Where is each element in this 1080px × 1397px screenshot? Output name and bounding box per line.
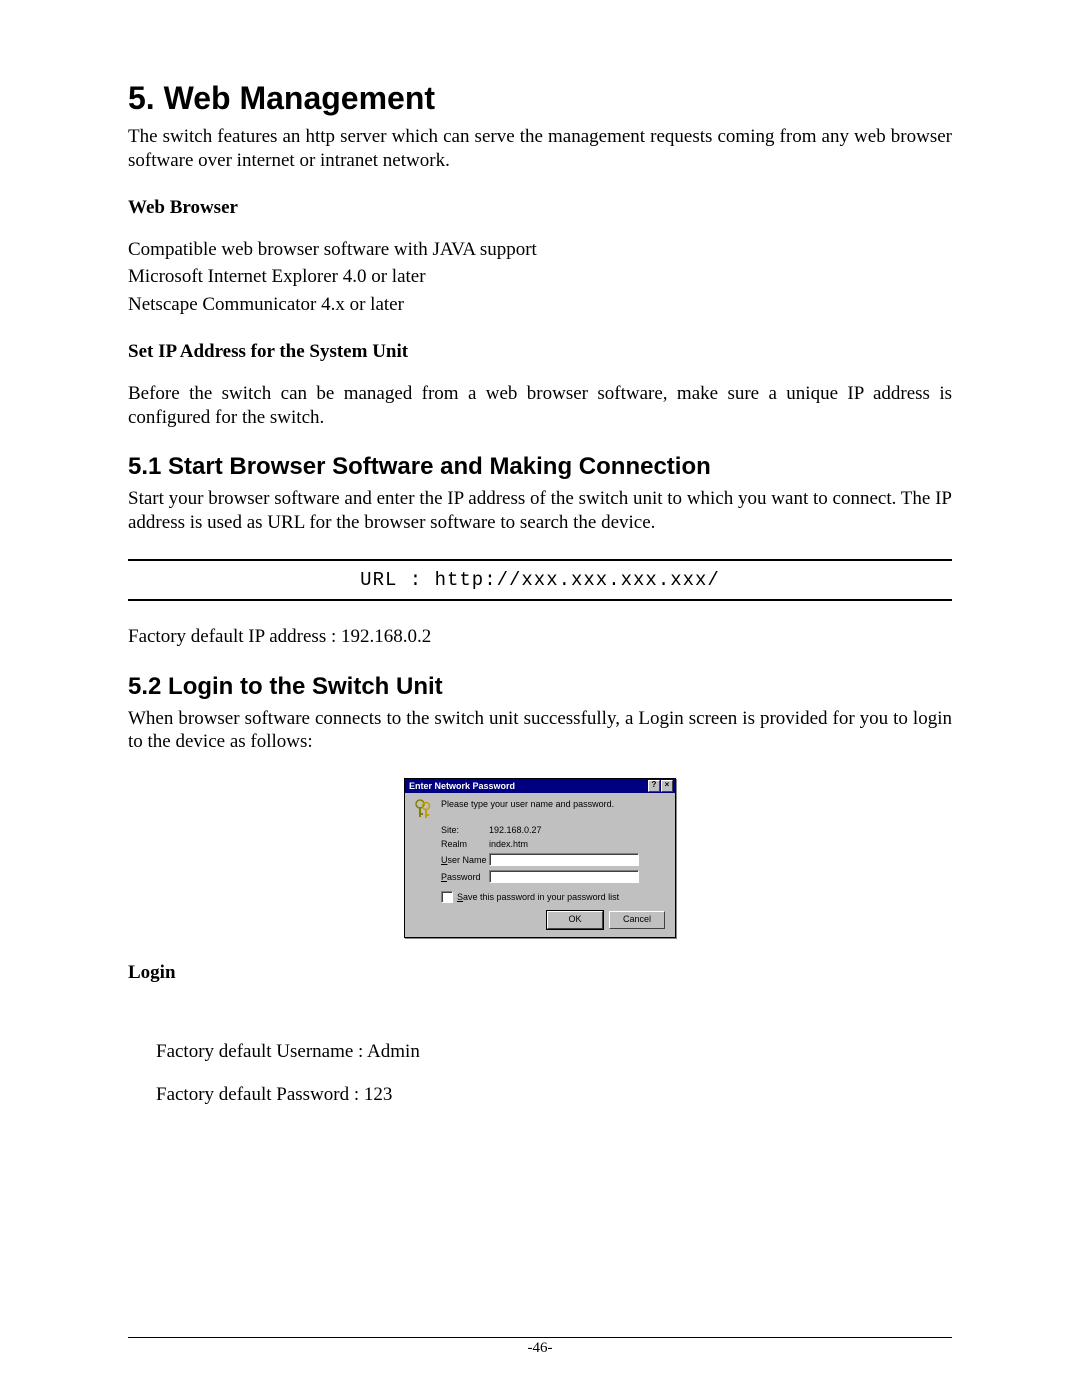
section-5-2-heading: 5.2 Login to the Switch Unit (128, 673, 952, 701)
realm-label: Realm (441, 839, 489, 849)
web-browser-line: Microsoft Internet Explorer 4.0 or later (128, 265, 952, 289)
dialog-title: Enter Network Password (409, 781, 515, 791)
web-browser-line: Netscape Communicator 4.x or later (128, 293, 952, 317)
site-value: 192.168.0.27 (489, 825, 665, 835)
realm-value: index.htm (489, 839, 665, 849)
dialog-prompt: Please type your user name and password. (441, 799, 614, 809)
site-label: Site: (441, 825, 489, 835)
set-ip-body: Before the switch can be managed from a … (128, 382, 952, 430)
set-ip-heading: Set IP Address for the System Unit (128, 341, 952, 363)
section-5-1-body: Start your browser software and enter th… (128, 487, 952, 535)
section-5-1-heading: 5.1 Start Browser Software and Making Co… (128, 453, 952, 481)
web-browser-line: Compatible web browser software with JAV… (128, 238, 952, 262)
page-footer: -46- (128, 1337, 952, 1357)
help-button[interactable]: ? (648, 780, 660, 792)
page-number: -46- (528, 1340, 553, 1356)
dialog-body: Please type your user name and password.… (405, 793, 675, 937)
cancel-button[interactable]: Cancel (609, 911, 665, 929)
save-password-checkbox[interactable] (441, 891, 453, 903)
dialog-titlebar: Enter Network Password ? × (405, 779, 675, 793)
save-password-label: Save this password in your password list (457, 892, 619, 902)
close-button[interactable]: × (661, 780, 673, 792)
factory-ip-line: Factory default IP address : 192.168.0.2 (128, 625, 952, 649)
username-label: User Name (441, 855, 489, 865)
keys-icon (415, 799, 433, 821)
ok-button[interactable]: OK (547, 911, 603, 929)
login-dialog: Enter Network Password ? × (404, 778, 676, 938)
section-5-2-body: When browser software connects to the sw… (128, 707, 952, 755)
web-browser-heading: Web Browser (128, 197, 952, 219)
username-input[interactable] (489, 853, 639, 866)
page-title: 5. Web Management (128, 80, 952, 117)
password-label: Password (441, 872, 489, 882)
password-input[interactable] (489, 870, 639, 883)
login-default-password: Factory default Password : 123 (156, 1083, 952, 1107)
login-default-username: Factory default Username : Admin (156, 1040, 952, 1064)
url-example-block: URL : http://xxx.xxx.xxx.xxx/ (128, 559, 952, 601)
login-heading: Login (128, 962, 952, 984)
login-dialog-figure: Enter Network Password ? × (128, 778, 952, 938)
document-page: 5. Web Management The switch features an… (0, 0, 1080, 1397)
intro-paragraph: The switch features an http server which… (128, 125, 952, 173)
